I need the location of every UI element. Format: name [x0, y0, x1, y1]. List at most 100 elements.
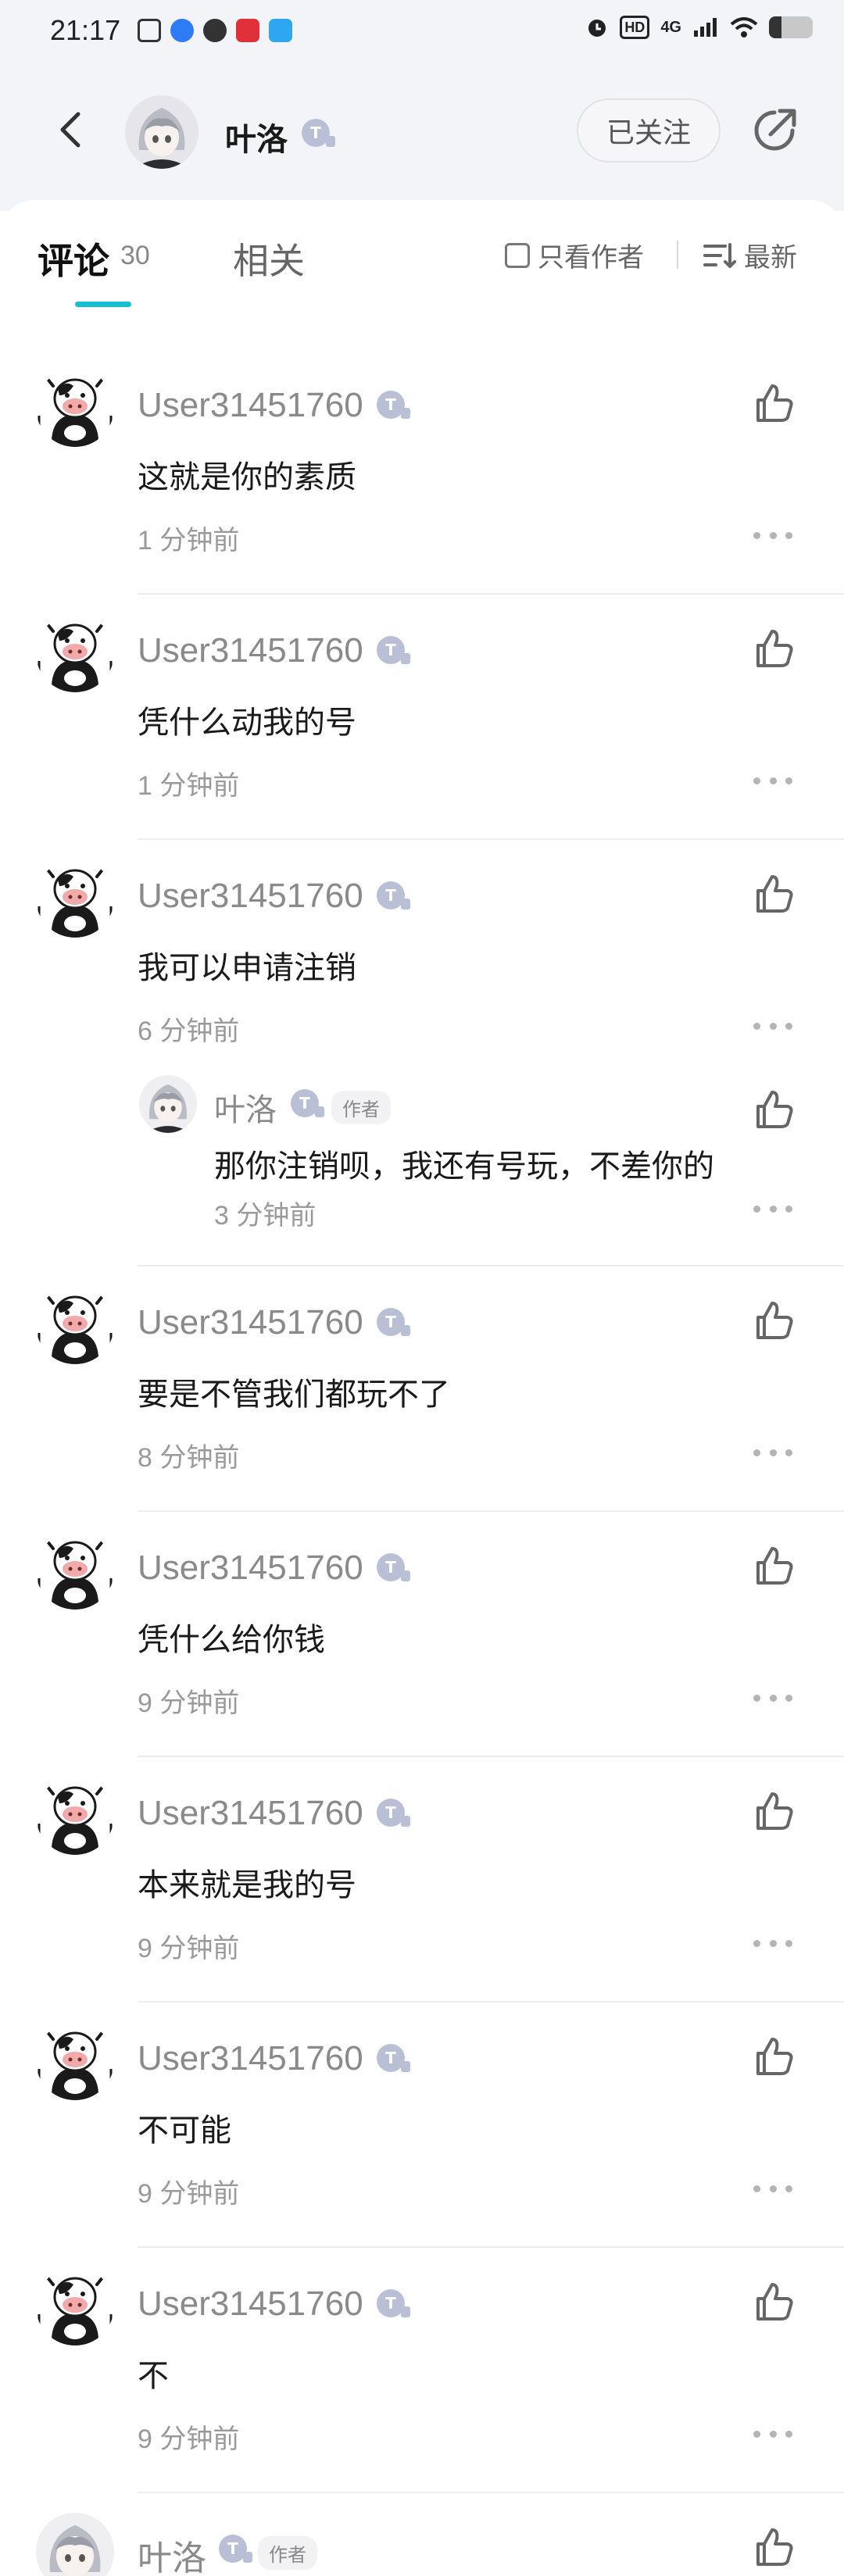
svg-text:T: T [385, 886, 396, 905]
back-icon[interactable] [47, 105, 97, 155]
comment-username[interactable]: User31451760 [138, 2285, 363, 2324]
comment-text: 凭什么动我的号 [138, 706, 356, 740]
user-avatar[interactable] [36, 859, 114, 938]
top-bar: 21:17 HD 4G 叶洛 T 已关注 [0, 0, 844, 211]
user-avatar[interactable] [36, 1777, 114, 1855]
comment-username[interactable]: User31451760 [138, 1794, 363, 1833]
comment-username[interactable]: User31451760 [138, 877, 363, 916]
comment-divider [138, 2492, 844, 2493]
status-time: 21:17 [50, 14, 121, 46]
comment-divider [138, 1265, 844, 1267]
like-icon[interactable] [750, 1542, 797, 1589]
user-avatar[interactable] [36, 1531, 114, 1610]
user-avatar[interactable] [36, 369, 114, 447]
more-icon[interactable] [753, 775, 792, 786]
hd-badge: HD [620, 16, 650, 39]
reply-avatar[interactable] [139, 1075, 197, 1133]
level-icon: T [375, 2042, 411, 2074]
more-icon[interactable] [753, 1020, 792, 1031]
like-icon[interactable] [750, 870, 797, 917]
comment-text: 不 [138, 2359, 169, 2393]
tab-comments[interactable]: 评论 [38, 233, 109, 284]
sort-label: 最新 [744, 243, 797, 273]
user-avatar[interactable] [36, 614, 114, 692]
battery-icon [769, 16, 813, 38]
comment-username[interactable]: User31451760 [138, 386, 363, 425]
comment-text: 本来就是我的号 [138, 1868, 356, 1903]
active-tab-indicator [75, 302, 131, 307]
app-notification-icon [138, 19, 161, 42]
header-username[interactable]: 叶洛 [225, 114, 288, 159]
level-icon: T [289, 1088, 325, 1119]
comment-text: 不可能 [138, 2113, 231, 2148]
chat-notification-icon [203, 19, 227, 42]
svg-text:T: T [385, 2294, 396, 2313]
user-avatar[interactable] [36, 2022, 114, 2100]
more-icon[interactable] [753, 2183, 792, 2194]
more-icon[interactable] [753, 1203, 792, 1214]
svg-text:T: T [299, 1094, 310, 1113]
comment-time: 9 分钟前 [138, 2424, 240, 2454]
user-avatar[interactable] [36, 1286, 114, 1364]
comment-divider [138, 593, 844, 595]
comment-divider [138, 838, 844, 840]
comment-username[interactable]: User31451760 [138, 2039, 363, 2078]
svg-text:T: T [385, 1803, 396, 1822]
like-icon[interactable] [750, 625, 797, 672]
like-icon[interactable] [750, 1086, 797, 1133]
more-icon[interactable] [753, 530, 792, 541]
comment-username[interactable]: 叶洛 [138, 2530, 206, 2576]
comment-time: 9 分钟前 [138, 1688, 240, 1718]
follow-button[interactable]: 已关注 [577, 98, 721, 163]
reply-username[interactable]: 叶洛 [214, 1084, 277, 1130]
like-icon[interactable] [750, 2033, 797, 2080]
comment-divider [138, 1756, 844, 1757]
comment-time: 9 分钟前 [138, 2179, 240, 2209]
user-avatar[interactable] [36, 2513, 114, 2576]
level-icon: T [375, 880, 411, 911]
svg-text:T: T [227, 2539, 238, 2558]
network-label: 4G [660, 19, 681, 36]
user-avatar[interactable] [36, 2267, 114, 2346]
header-avatar[interactable] [125, 95, 198, 169]
author-badge: 作者 [258, 2536, 317, 2570]
divider [677, 241, 678, 269]
level-icon: T [375, 1306, 411, 1338]
like-icon[interactable] [750, 2278, 797, 2325]
share-icon[interactable] [747, 103, 802, 158]
comment-divider [138, 1510, 844, 1512]
comment-text: 这就是你的素质 [138, 460, 356, 495]
author-only-toggle[interactable]: 只看作者 [505, 236, 644, 274]
comment-username[interactable]: User31451760 [138, 631, 363, 670]
wifi-icon [730, 17, 758, 38]
author-badge: 作者 [331, 1091, 391, 1124]
svg-text:T: T [385, 641, 396, 659]
comment-time: 1 分钟前 [138, 771, 240, 801]
checkbox-icon[interactable] [505, 242, 530, 268]
more-icon[interactable] [753, 1692, 792, 1703]
comment-username[interactable]: User31451760 [138, 1303, 363, 1342]
like-icon[interactable] [750, 2524, 797, 2571]
like-icon[interactable] [750, 1788, 797, 1835]
comment-divider [138, 2246, 844, 2248]
comment-divider [138, 2001, 844, 2003]
level-icon: T [375, 1552, 411, 1583]
comment-username[interactable]: User31451760 [138, 1549, 363, 1588]
more-icon[interactable] [753, 1938, 792, 1949]
more-icon[interactable] [753, 1447, 792, 1458]
comments-sheet: 评论 30 相关 只看作者 最新 User31451760 T 这就是你的素质 1 分… [0, 200, 844, 2576]
comment-time: 6 分钟前 [138, 1016, 240, 1046]
sort-toggle[interactable]: 最新 [702, 236, 797, 274]
comments-count: 30 [120, 241, 150, 270]
svg-text:T: T [310, 123, 321, 142]
like-icon[interactable] [750, 380, 797, 427]
sort-icon [703, 242, 736, 268]
header: 叶洛 T 已关注 [0, 81, 844, 183]
level-icon: T [375, 2288, 411, 2319]
tab-related[interactable]: 相关 [233, 233, 305, 284]
app-notification-icon [170, 19, 194, 42]
comment-time: 9 分钟前 [138, 1934, 240, 1963]
status-right: HD 4G [585, 16, 813, 39]
like-icon[interactable] [750, 1297, 797, 1344]
more-icon[interactable] [753, 2428, 792, 2439]
